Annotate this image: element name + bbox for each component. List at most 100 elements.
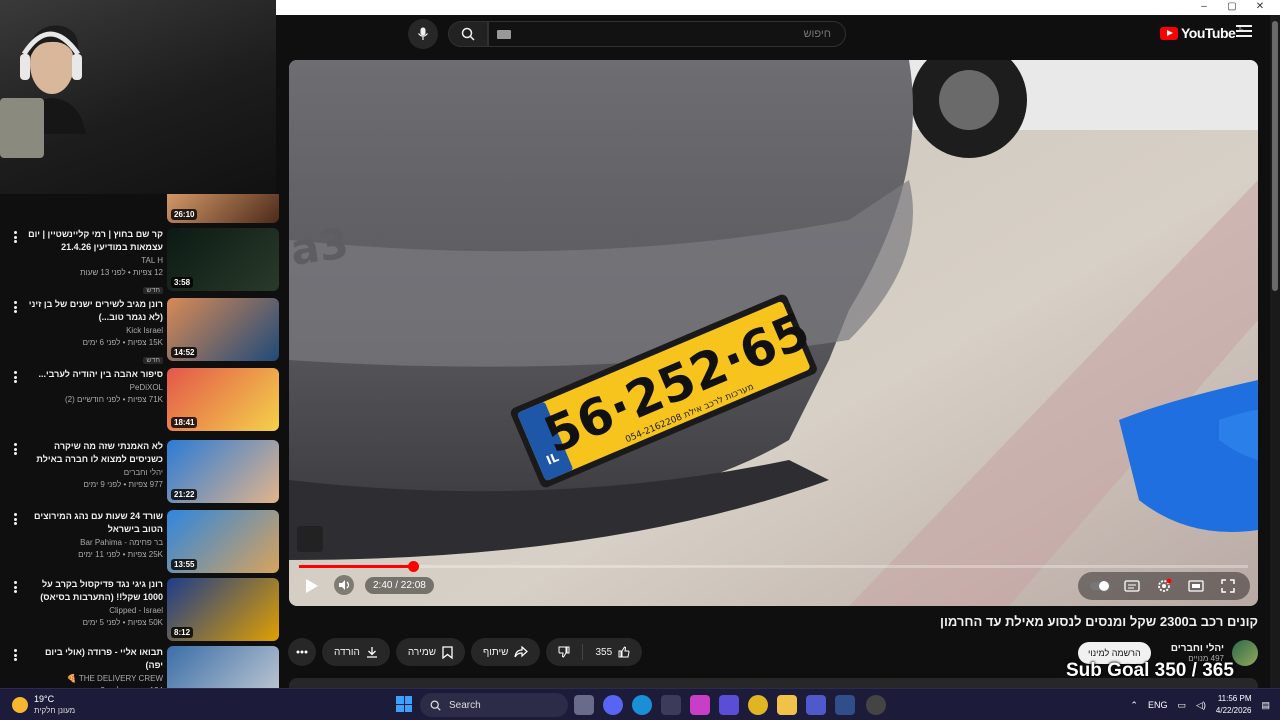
video-thumbnail[interactable]: 13:55 xyxy=(167,510,279,573)
fullscreen-button[interactable] xyxy=(1214,575,1242,597)
chevron-up-icon[interactable]: ⌃ xyxy=(1130,700,1138,711)
chrome-icon[interactable] xyxy=(748,695,768,715)
scrollbar-thumb[interactable] xyxy=(1272,21,1278,291)
minimize-button[interactable]: – xyxy=(1190,0,1218,15)
video-thumbnail[interactable]: 8:12 xyxy=(167,578,279,641)
list-item[interactable]: 8:12 רונן גיגי נגד פדיקסול בקרב על 1000 ש… xyxy=(0,576,282,642)
weather-widget[interactable]: 19°C מעונן חלקית xyxy=(12,694,75,716)
network-icon[interactable]: ▭ xyxy=(1177,700,1186,711)
more-options-icon[interactable] xyxy=(10,230,20,244)
video-title[interactable]: שורד 24 שעות עם נהג המירוצים הטוב בישראל xyxy=(26,510,163,536)
channel-name[interactable]: THE DELIVERY CREW 🍕 xyxy=(26,672,163,685)
video-thumbnail[interactable]: 26:10 xyxy=(167,194,279,223)
video-thumbnail[interactable]: 14:52 xyxy=(167,298,279,361)
dislike-button[interactable] xyxy=(546,638,582,666)
video-title[interactable]: רונן גיגי נגד פדיקסול בקרב על 1000 שקל!!… xyxy=(26,578,163,604)
start-button[interactable] xyxy=(396,696,412,712)
search-input[interactable] xyxy=(489,22,845,46)
store-icon[interactable] xyxy=(661,695,681,715)
video-title[interactable]: קר שם בחוץ | רמי קליינשטיין | יום עצמאות… xyxy=(26,228,163,254)
video-title[interactable]: תבואו אליי - פרודה (אולי ביום יפה) xyxy=(26,646,163,672)
like-dislike-group: 355 xyxy=(546,638,643,666)
like-button[interactable]: 355 xyxy=(583,638,642,666)
microphone-icon xyxy=(0,98,44,158)
discord-icon[interactable] xyxy=(603,695,623,715)
speaker-icon[interactable]: ◁) xyxy=(1196,700,1206,711)
edge-icon[interactable] xyxy=(632,695,652,715)
captions-button[interactable] xyxy=(1118,575,1146,597)
list-item[interactable]: 18:41 סיפור אהבה בין יהודיה לערבי... PeDiX… xyxy=(0,366,282,432)
play-button[interactable] xyxy=(301,576,321,596)
thumbs-up-icon xyxy=(618,646,630,658)
channel-name[interactable]: בר פחימה - Bar Pahima xyxy=(26,536,163,549)
view-info: 25K צפיות • לפני 11 ימים xyxy=(78,550,163,559)
menu-button[interactable] xyxy=(1236,25,1252,39)
progress-bar[interactable] xyxy=(299,561,1248,572)
keyboard-icon[interactable] xyxy=(497,30,511,39)
channel-avatar[interactable] xyxy=(1232,640,1258,666)
video-thumbnail[interactable]: 21:22 xyxy=(167,440,279,503)
save-button[interactable]: שמירה xyxy=(395,638,466,666)
channel-name[interactable]: Clipped - Israel xyxy=(26,604,163,617)
channel-name[interactable]: יהלי וחברים xyxy=(1171,643,1224,654)
video-title[interactable]: סיפור אהבה בין יהודיה לערבי... xyxy=(26,368,163,381)
close-button[interactable]: ✕ xyxy=(1246,0,1274,15)
clock[interactable]: 11:56 PM 4/22/2026 xyxy=(1216,693,1252,717)
duration-badge: 14:52 xyxy=(171,347,198,358)
clock-date: 4/22/2026 xyxy=(1215,706,1252,715)
video-title[interactable]: לא האמנתי שזה מה שיקרה כשניסים למצוא לו … xyxy=(26,440,163,466)
screen: – ▢ ✕ YouTube IL xyxy=(0,0,1280,720)
list-item[interactable]: 3:58 קר שם בחוץ | רמי קליינשטיין | יום עצ… xyxy=(0,226,282,294)
more-actions-button[interactable] xyxy=(288,638,316,666)
share-button[interactable]: שיתוף xyxy=(471,638,541,666)
list-item[interactable]: 21:22 לא האמנתי שזה מה שיקרה כשניסים למצו… xyxy=(0,438,282,504)
more-options-icon[interactable] xyxy=(10,370,20,384)
video-player[interactable]: a3 IL 56·252·65 054-2162208 מערכות לרכב … xyxy=(289,60,1258,606)
player-controls-right xyxy=(1078,572,1250,600)
channel-name[interactable]: TAL H xyxy=(26,254,163,267)
video-thumbnail[interactable] xyxy=(167,646,279,688)
theater-mode-button[interactable] xyxy=(1182,575,1210,597)
video-thumbnail[interactable]: 18:41 xyxy=(167,368,279,431)
more-options-icon[interactable] xyxy=(10,442,20,456)
search-button[interactable] xyxy=(448,21,488,47)
office-icon[interactable] xyxy=(719,695,739,715)
youtube-logo[interactable]: YouTube IL xyxy=(1160,25,1243,41)
copilot-icon[interactable] xyxy=(690,695,710,715)
channel-name[interactable]: PeDiXOL xyxy=(26,381,163,394)
app-icon[interactable] xyxy=(835,695,855,715)
search-field[interactable] xyxy=(488,21,846,47)
list-item[interactable]: 26:10 xyxy=(0,194,282,224)
language-indicator[interactable]: ENG xyxy=(1148,700,1168,710)
volume-button[interactable] xyxy=(333,574,355,596)
more-options-icon[interactable] xyxy=(10,648,20,662)
list-item[interactable]: תבואו אליי - פרודה (אולי ביום יפה) THE DE… xyxy=(0,644,282,688)
download-button[interactable]: הורדה xyxy=(322,638,390,666)
teams-icon[interactable] xyxy=(806,695,826,715)
notifications-icon[interactable]: ▤ xyxy=(1261,700,1270,711)
more-options-icon[interactable] xyxy=(10,512,20,526)
more-options-icon[interactable] xyxy=(10,300,20,314)
page-scrollbar[interactable] xyxy=(1270,15,1280,688)
youtube-play-icon xyxy=(1160,26,1178,40)
thumbs-down-icon xyxy=(558,646,570,658)
settings-button[interactable] xyxy=(1150,575,1178,597)
channel-watermark[interactable] xyxy=(297,526,323,552)
channel-name[interactable]: Kick Israel xyxy=(26,324,163,337)
autoplay-toggle[interactable] xyxy=(1086,575,1114,597)
channel-name[interactable]: יהלי וחברים xyxy=(26,466,163,479)
maximize-button[interactable]: ▢ xyxy=(1218,0,1246,15)
list-item[interactable]: 14:52 רונן מגיב לשירים ישנים של בן זיני (… xyxy=(0,296,282,364)
list-item[interactable]: 13:55 שורד 24 שעות עם נהג המירוצים הטוב ב… xyxy=(0,508,282,574)
voice-search-button[interactable] xyxy=(408,19,438,49)
task-view-icon[interactable] xyxy=(574,695,594,715)
taskbar-search[interactable]: Search xyxy=(420,693,568,717)
like-count: 355 xyxy=(595,646,613,658)
video-actions: הורדה שמירה שיתוף 355 xyxy=(288,638,643,666)
explorer-icon[interactable] xyxy=(777,695,797,715)
video-title[interactable]: רונן מגיב לשירים ישנים של בן זיני (לא נג… xyxy=(26,298,163,324)
video-thumbnail[interactable]: 3:58 xyxy=(167,228,279,291)
view-info: 977 צפיות • לפני 9 ימים xyxy=(83,480,163,489)
obs-icon[interactable] xyxy=(866,695,886,715)
more-options-icon[interactable] xyxy=(10,580,20,594)
